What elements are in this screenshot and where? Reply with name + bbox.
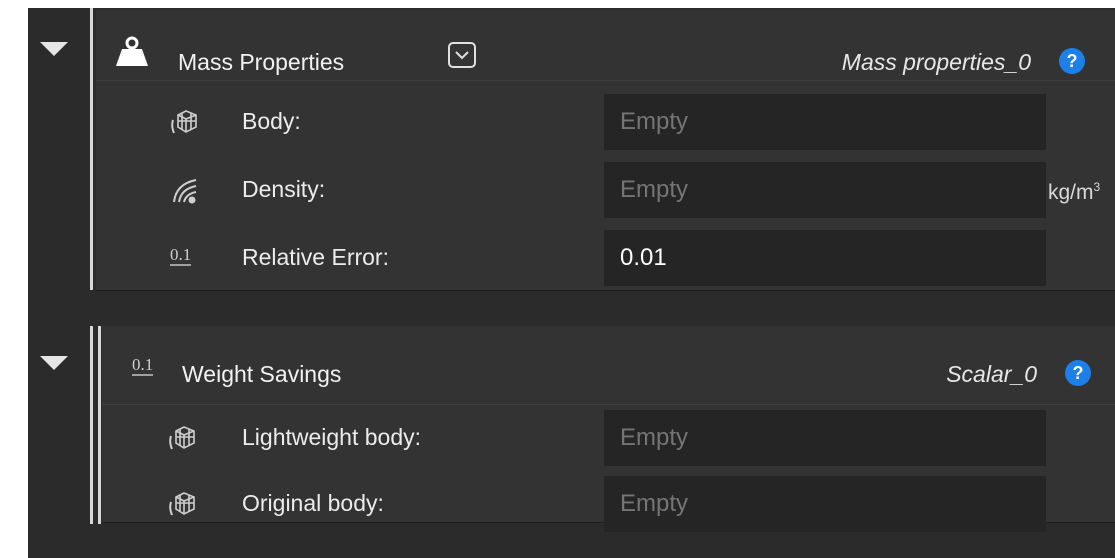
chevron-down-icon (455, 51, 469, 60)
connection-rail (90, 8, 93, 290)
scalar-icon: 0.1 (132, 355, 154, 376)
node-editor-canvas: Mass Properties Mass properties_0 ? Body… (28, 8, 1115, 558)
input-row-density: Density: kg/m3 (96, 160, 1115, 218)
body-input[interactable] (604, 94, 1046, 150)
density-unit: kg/m3 (1048, 180, 1101, 204)
node-instance-name[interactable]: Scalar_0 (946, 360, 1037, 388)
scalar-icon: 0.1 (170, 245, 192, 266)
input-row-body: Body: (96, 92, 1115, 150)
weight-savings-node[interactable]: 0.1 Weight Savings Scalar_0 ? Lightweigh… (102, 326, 1115, 532)
mass-properties-panel: Mass Properties Mass properties_0 ? Body… (28, 8, 1115, 291)
density-input[interactable] (604, 162, 1046, 218)
dropdown-button[interactable] (448, 42, 476, 68)
original-body-input[interactable] (604, 476, 1046, 532)
row-label: Density: (242, 176, 326, 202)
row-label: Relative Error: (242, 244, 389, 270)
node-title: Mass Properties (178, 49, 345, 75)
node-header: 0.1 Weight Savings Scalar_0 ? (102, 326, 1115, 405)
connection-rail (90, 326, 93, 524)
relative-error-input[interactable] (604, 230, 1046, 286)
input-row-original-body: Original body: (102, 474, 1115, 532)
body-mesh-icon (170, 106, 202, 138)
collapse-arrow-icon[interactable] (40, 356, 68, 370)
help-icon[interactable]: ? (1065, 360, 1091, 386)
mass-properties-node[interactable]: Mass Properties Mass properties_0 ? Body… (96, 10, 1115, 291)
node-header: Mass Properties Mass properties_0 ? (96, 10, 1115, 81)
help-icon[interactable]: ? (1059, 48, 1085, 74)
row-label: Original body: (242, 490, 384, 516)
input-row-relative-error: 0.1 Relative Error: (96, 228, 1115, 286)
connection-rail (98, 326, 101, 524)
node-instance-name[interactable]: Mass properties_0 (842, 48, 1031, 76)
weight-icon (114, 36, 150, 73)
density-icon (170, 174, 202, 206)
lightweight-body-input[interactable] (604, 410, 1046, 466)
input-row-lightweight-body: Lightweight body: (102, 408, 1115, 466)
collapse-arrow-icon[interactable] (40, 42, 68, 56)
weight-savings-panel: 0.1 Weight Savings Scalar_0 ? Lightweigh… (28, 326, 1115, 558)
row-label: Body: (242, 108, 301, 134)
row-label: Lightweight body: (242, 424, 422, 450)
node-title: Weight Savings (182, 361, 342, 387)
body-mesh-icon (168, 422, 200, 454)
body-mesh-icon (168, 488, 200, 520)
